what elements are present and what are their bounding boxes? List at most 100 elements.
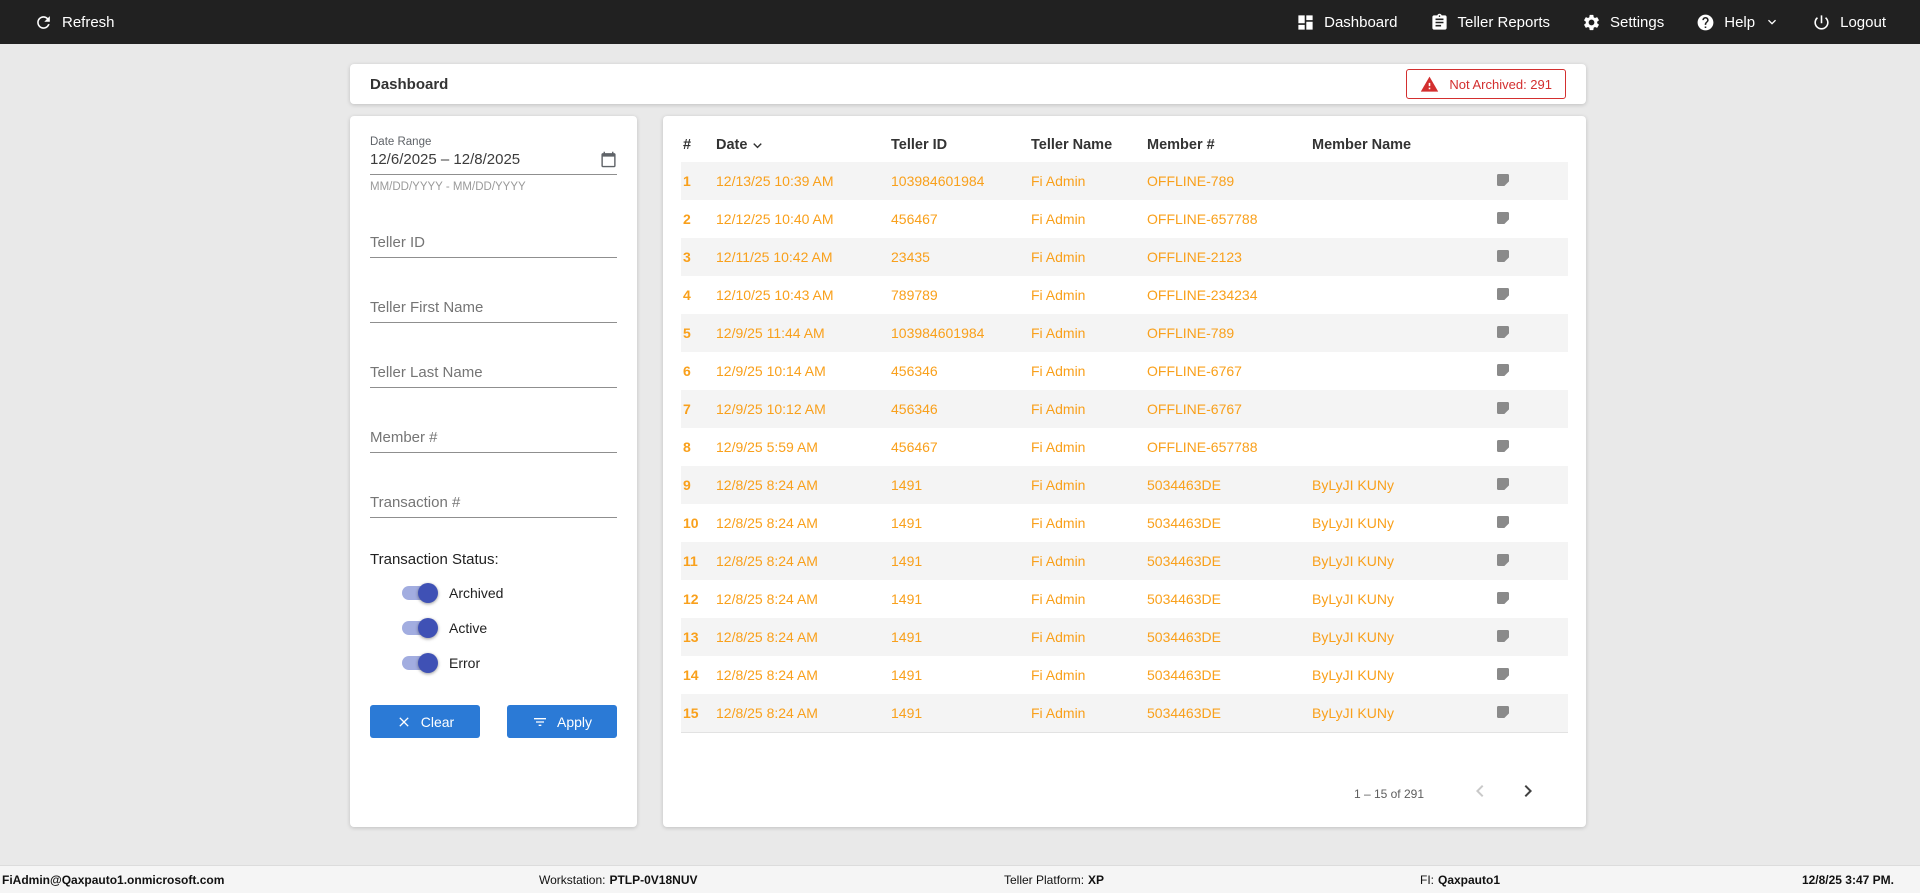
table-row[interactable]: 6 12/9/25 10:14 AM 456346 Fi Admin OFFLI… [681,352,1568,390]
row-teller-id: 456467 [891,211,938,227]
table-row[interactable]: 2 12/12/25 10:40 AM 456467 Fi Admin OFFL… [681,200,1568,238]
toggle-row-archived: Archived [400,583,617,603]
note-icon[interactable] [1495,552,1511,571]
note-icon[interactable] [1495,476,1511,495]
table-row[interactable]: 8 12/9/25 5:59 AM 456467 Fi Admin OFFLIN… [681,428,1568,466]
clear-button[interactable]: Clear [370,705,480,738]
row-number: 2 [683,211,691,227]
row-date: 12/8/25 8:24 AM [716,705,818,721]
row-teller-id: 1491 [891,591,923,607]
next-page-button[interactable] [1516,779,1540,808]
not-archived-badge[interactable]: Not Archived: 291 [1406,69,1566,99]
workstation-label: Workstation: [539,872,606,887]
table-row[interactable]: 1 12/13/25 10:39 AM 103984601984 Fi Admi… [681,162,1568,200]
note-icon[interactable] [1495,286,1511,305]
apply-button[interactable]: Apply [507,705,617,738]
teller-last-name-input[interactable] [370,362,617,388]
prev-page-button[interactable] [1468,779,1492,808]
pagination: 1 – 15 of 291 [681,779,1568,808]
nav-dashboard[interactable]: Dashboard [1296,13,1398,32]
toggle-row-active: Active [400,618,617,638]
fi-label: FI: [1420,872,1434,887]
col-date[interactable]: Date [714,137,889,154]
row-teller-id: 23435 [891,249,930,265]
row-member-num: 5034463DE [1147,591,1221,607]
table-row[interactable]: 10 12/8/25 8:24 AM 1491 Fi Admin 5034463… [681,504,1568,542]
member-number-input[interactable] [370,427,617,453]
page-header: Dashboard Not Archived: 291 [350,64,1586,104]
row-teller-id: 1491 [891,667,923,683]
note-icon[interactable] [1495,172,1511,191]
note-icon[interactable] [1495,362,1511,381]
row-number: 5 [683,325,691,341]
table-row[interactable]: 13 12/8/25 8:24 AM 1491 Fi Admin 5034463… [681,618,1568,656]
table-row[interactable]: 12 12/8/25 8:24 AM 1491 Fi Admin 5034463… [681,580,1568,618]
row-member-num: OFFLINE-6767 [1147,363,1242,379]
platform-label: Teller Platform: [1004,872,1085,887]
fi-value: Qaxpauto1 [1438,872,1501,887]
statusbar-platform: Teller Platform: XP [1004,873,1104,887]
row-member-num: 5034463DE [1147,553,1221,569]
teller-id-input[interactable] [370,232,617,258]
row-teller-id: 456346 [891,363,938,379]
chevron-down-icon [1764,14,1780,30]
apply-button-label: Apply [556,713,593,730]
teller-first-name-input[interactable] [370,297,617,323]
nav-settings[interactable]: Settings [1582,13,1664,32]
transaction-number-input[interactable] [370,492,617,518]
col-member-num[interactable]: Member # [1145,137,1310,153]
note-icon[interactable] [1495,704,1511,723]
col-teller-id[interactable]: Teller ID [889,137,1029,153]
active-toggle[interactable] [400,618,438,638]
table-row[interactable]: 15 12/8/25 8:24 AM 1491 Fi Admin 5034463… [681,694,1568,732]
note-icon[interactable] [1495,666,1511,685]
row-member-num: OFFLINE-657788 [1147,439,1258,455]
note-icon[interactable] [1495,438,1511,457]
row-date: 12/8/25 8:24 AM [716,667,818,683]
col-teller-name[interactable]: Teller Name [1029,137,1145,153]
nav-logout-label: Logout [1840,13,1886,31]
row-member-name: ByLyJI KUNy [1312,591,1394,607]
row-date: 12/9/25 5:59 AM [716,439,818,455]
col-num[interactable]: # [681,137,714,153]
row-member-num: 5034463DE [1147,629,1221,645]
dashboard-icon [1296,13,1315,32]
table-row[interactable]: 14 12/8/25 8:24 AM 1491 Fi Admin 5034463… [681,656,1568,694]
date-range-field[interactable]: 12/6/2025 – 12/8/2025 [370,148,617,175]
note-icon[interactable] [1495,514,1511,533]
row-teller-name: Fi Admin [1031,553,1086,569]
table-row[interactable]: 9 12/8/25 8:24 AM 1491 Fi Admin 5034463D… [681,466,1568,504]
note-icon[interactable] [1495,628,1511,647]
col-member-name[interactable]: Member Name [1310,137,1487,153]
row-teller-id: 1491 [891,629,923,645]
topbar: Refresh Dashboard Teller Reports Setting… [0,0,1920,44]
row-member-num: 5034463DE [1147,667,1221,683]
nav-teller-reports-label: Teller Reports [1457,13,1551,31]
statusbar-datetime: 12/8/25 3:47 PM. [1801,872,1894,887]
row-teller-name: Fi Admin [1031,401,1086,417]
archived-toggle[interactable] [400,583,438,603]
row-teller-name: Fi Admin [1031,173,1086,189]
row-teller-name: Fi Admin [1031,287,1086,303]
table-row[interactable]: 4 12/10/25 10:43 AM 789789 Fi Admin OFFL… [681,276,1568,314]
note-icon[interactable] [1495,210,1511,229]
row-teller-name: Fi Admin [1031,439,1086,455]
col-date-label: Date [716,137,748,153]
table-row[interactable]: 3 12/11/25 10:42 AM 23435 Fi Admin OFFLI… [681,238,1568,276]
row-teller-id: 456467 [891,439,938,455]
clear-button-label: Clear [420,713,455,730]
calendar-icon[interactable] [600,151,617,168]
table-row[interactable]: 7 12/9/25 10:12 AM 456346 Fi Admin OFFLI… [681,390,1568,428]
error-toggle[interactable] [400,653,438,673]
refresh-button[interactable]: Refresh [34,13,115,32]
table-row[interactable]: 11 12/8/25 8:24 AM 1491 Fi Admin 5034463… [681,542,1568,580]
note-icon[interactable] [1495,590,1511,609]
nav-teller-reports[interactable]: Teller Reports [1430,13,1551,32]
row-number: 15 [683,705,699,721]
table-row[interactable]: 5 12/9/25 11:44 AM 103984601984 Fi Admin… [681,314,1568,352]
note-icon[interactable] [1495,400,1511,419]
nav-logout[interactable]: Logout [1812,13,1886,32]
note-icon[interactable] [1495,248,1511,267]
nav-help[interactable]: Help [1696,13,1780,32]
note-icon[interactable] [1495,324,1511,343]
